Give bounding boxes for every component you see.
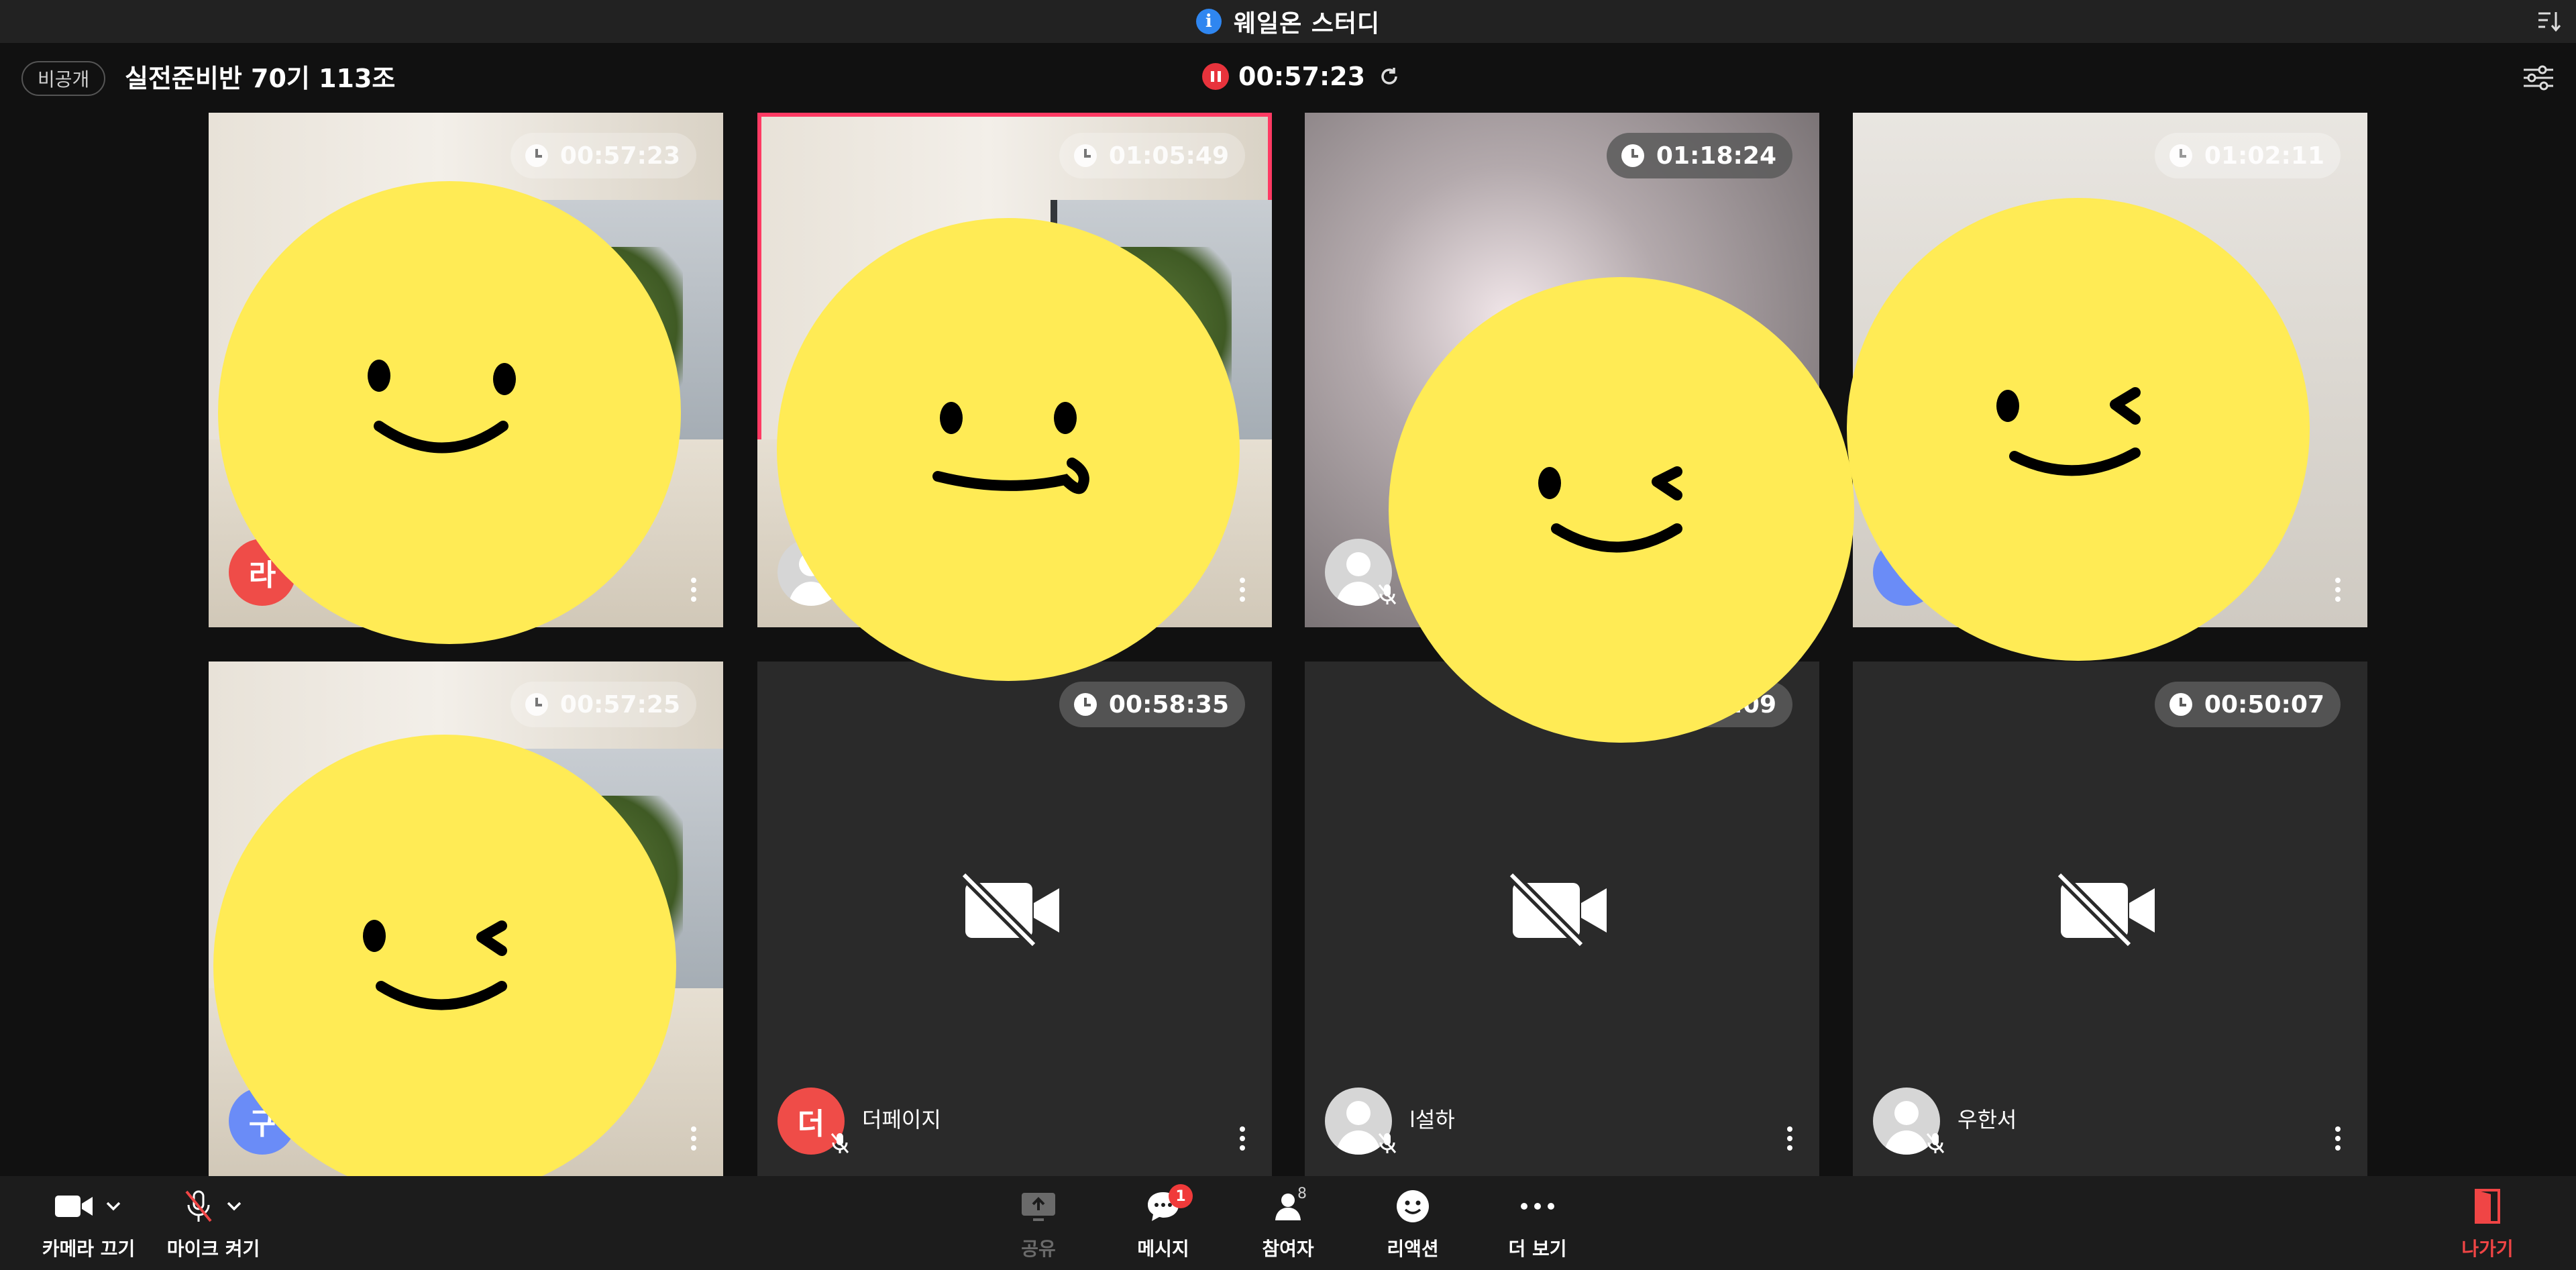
leave-label: 나가기 xyxy=(2461,1238,2514,1260)
control-toolbar: 카메라 끄기 마이크 켜기 공유 1 메시지 8 참여자 리액션 더 보기 나가… xyxy=(0,1176,2576,1270)
timer-text: 00:57:23 xyxy=(559,142,680,170)
sort-icon[interactable] xyxy=(2536,8,2563,35)
clock-icon xyxy=(1621,144,1644,167)
participant-timer: 00:58:35 xyxy=(1059,682,1245,727)
participants-count: 8 xyxy=(1297,1185,1307,1202)
reaction-label: 리액션 xyxy=(1387,1238,1439,1260)
participants-button[interactable]: 8 참여자 xyxy=(1256,1176,1320,1270)
room-name: 실전준비반 70기 113조 xyxy=(125,64,396,93)
exit-door-icon xyxy=(2475,1189,2500,1224)
timer-text: 00:58:35 xyxy=(1108,690,1229,719)
chevron-down-icon[interactable] xyxy=(224,1196,244,1216)
smiley-sticker-icon xyxy=(218,181,681,644)
participant-timer: 00:57:25 xyxy=(510,682,696,727)
timer-text: 01:18:24 xyxy=(1656,142,1776,170)
camera-toggle-button[interactable]: 카메라 끄기 xyxy=(40,1176,137,1270)
smiley-sticker-icon xyxy=(777,218,1240,681)
unread-badge: 1 xyxy=(1169,1184,1193,1208)
screen-share-icon xyxy=(1022,1193,1055,1221)
camera-off-icon xyxy=(2055,871,2155,949)
more-vertical-icon[interactable] xyxy=(1237,1125,1248,1152)
clock-icon xyxy=(1073,693,1097,716)
more-horizontal-icon xyxy=(1521,1203,1554,1210)
timer-text: 00:50:07 xyxy=(2204,690,2324,719)
settings-sliders-icon[interactable] xyxy=(2521,60,2556,95)
participant-timer: 01:18:24 xyxy=(1606,133,1792,178)
participant-timer: 00:57:23 xyxy=(510,133,696,178)
more-vertical-icon[interactable] xyxy=(1784,1125,1795,1152)
more-vertical-icon[interactable] xyxy=(2332,576,2343,603)
clock-icon xyxy=(1073,144,1097,167)
participant-tile[interactable]: 00:58:35 더 더페이지 xyxy=(757,662,1272,1176)
refresh-icon[interactable] xyxy=(1377,64,1401,89)
smiley-sticker-icon xyxy=(1847,198,2310,661)
timer-text: 00:57:25 xyxy=(559,690,680,719)
smiley-sticker-icon xyxy=(213,735,676,1198)
share-label: 공유 xyxy=(1021,1238,1056,1260)
participant-name: 우한서 xyxy=(1957,1107,2017,1132)
more-vertical-icon[interactable] xyxy=(2332,1125,2343,1152)
camera-label: 카메라 끄기 xyxy=(42,1238,136,1260)
mic-label: 마이크 켜기 xyxy=(166,1238,260,1260)
more-label: 더 보기 xyxy=(1508,1238,1567,1260)
meeting-header: 비공개 실전준비반 70기 113조 00:57:23 xyxy=(0,43,2576,113)
recording-pause-icon[interactable] xyxy=(1202,63,1229,90)
smiley-sticker-icon xyxy=(1389,277,1854,743)
mic-toggle-button[interactable]: 마이크 켜기 xyxy=(166,1176,260,1270)
participant-timer: 00:50:07 xyxy=(2154,682,2341,727)
camera-icon xyxy=(55,1196,93,1217)
title-bar: i 웨일온 스터디 xyxy=(0,0,2576,43)
participant-timer: 01:05:49 xyxy=(1059,133,1245,178)
smile-icon xyxy=(1397,1190,1429,1222)
leave-button[interactable]: 나가기 xyxy=(2455,1176,2520,1270)
recording-time: 00:57:23 xyxy=(1238,62,1366,91)
info-icon[interactable]: i xyxy=(1195,9,1222,34)
share-button[interactable]: 공유 xyxy=(1010,1176,1067,1270)
mic-off-icon xyxy=(830,1133,849,1153)
clock-icon xyxy=(525,144,548,167)
participant-name: l설하 xyxy=(1409,1107,1455,1132)
reaction-button[interactable]: 리액션 xyxy=(1381,1176,1445,1270)
window-title: 웨일온 스터디 xyxy=(1233,10,1381,38)
mic-off-icon xyxy=(185,1190,212,1222)
participant-tile[interactable]: 00:50:07 우한서 xyxy=(1853,662,2367,1176)
privacy-badge: 비공개 xyxy=(21,61,106,96)
clock-icon xyxy=(2169,144,2192,167)
timer-text: 01:05:49 xyxy=(1108,142,1229,170)
mic-off-icon xyxy=(1378,1133,1397,1153)
message-button[interactable]: 1 메시지 xyxy=(1131,1176,1195,1270)
participant-timer: 01:02:11 xyxy=(2154,133,2341,178)
clock-icon xyxy=(2169,693,2192,716)
chevron-down-icon[interactable] xyxy=(103,1196,123,1216)
camera-off-icon xyxy=(1507,871,1607,949)
timer-text: 01:02:11 xyxy=(2204,142,2324,170)
more-vertical-icon[interactable] xyxy=(688,576,699,603)
message-label: 메시지 xyxy=(1137,1238,1189,1260)
participants-label: 참여자 xyxy=(1262,1238,1314,1260)
more-vertical-icon[interactable] xyxy=(688,1125,699,1152)
more-button[interactable]: 더 보기 xyxy=(1505,1176,1570,1270)
mic-off-icon xyxy=(1926,1133,1945,1153)
camera-off-icon xyxy=(960,871,1059,949)
participant-name: 더페이지 xyxy=(862,1107,941,1132)
clock-icon xyxy=(525,693,548,716)
recording-status: 00:57:23 xyxy=(1202,62,1401,91)
